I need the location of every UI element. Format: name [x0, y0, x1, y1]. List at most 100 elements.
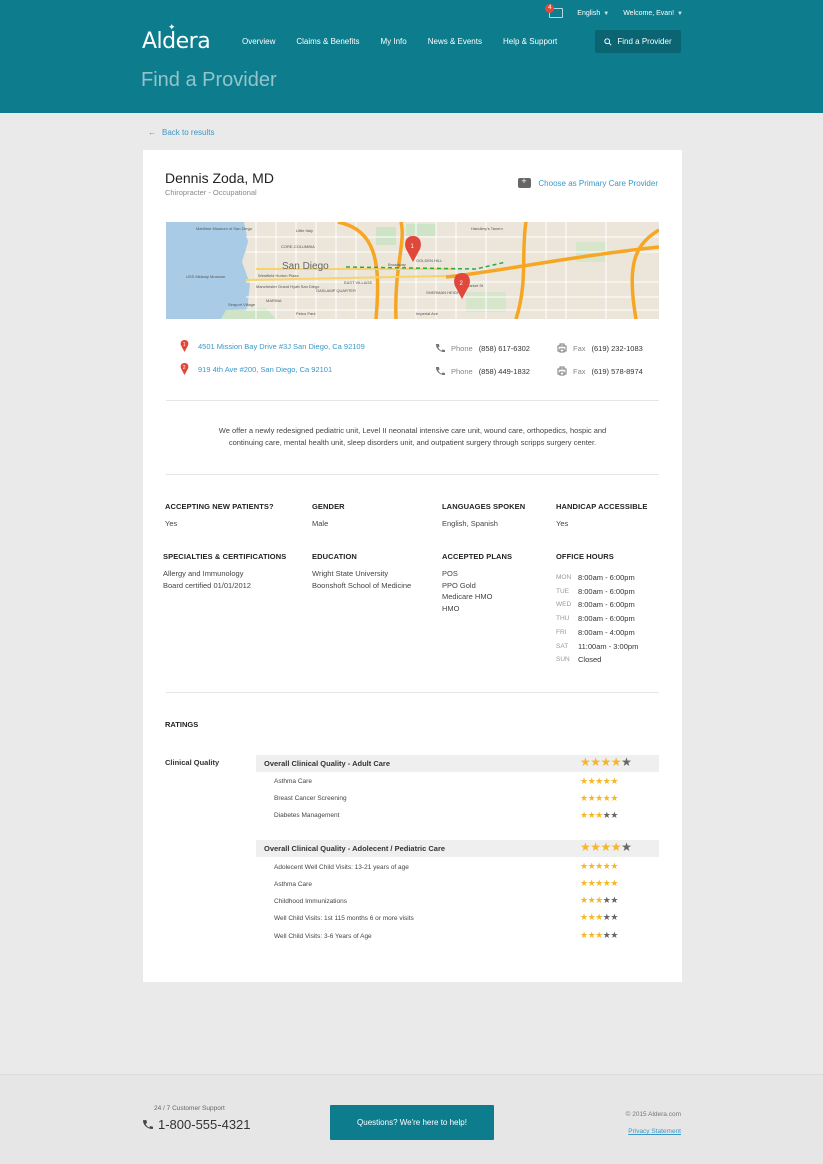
back-to-results-link[interactable]: ← Back to results	[148, 128, 214, 137]
star-rating: ★★★★★	[580, 930, 618, 941]
hours-row: TUE 8:00am - 6:00pm	[556, 585, 638, 599]
specialty-item: Allergy and Immunology	[163, 569, 244, 578]
language-label: English	[577, 9, 601, 17]
star-rating: ★★★★★	[580, 861, 618, 872]
star-filled-icon: ★	[580, 793, 588, 803]
nav-overview[interactable]: Overview	[242, 37, 275, 46]
location-address-link[interactable]: 919 4th Ave #200, San Diego, Ca 92101	[198, 365, 332, 374]
help-button[interactable]: Questions? We're here to help!	[330, 1105, 494, 1140]
star-rating: ★★★★★	[580, 895, 618, 906]
pcp-link-label: Choose as Primary Care Provider	[538, 178, 658, 188]
phone-2[interactable]: Phone (858) 449-1832	[435, 366, 530, 376]
nav-my-info[interactable]: My Info	[380, 37, 406, 46]
star-filled-icon: ★	[610, 861, 618, 871]
rating-item-label: Well Child Visits: 1st 115 months 6 or m…	[274, 915, 414, 922]
welcome-label: Welcome, Evan!	[623, 9, 675, 17]
map-label-little-italy: Little Italy	[296, 228, 313, 233]
rating-item-label: Well Child Visits: 3-6 Years of Age	[274, 933, 372, 940]
map-label-core-columbia: CORE-COLUMBIA	[281, 244, 315, 249]
fax-label: Fax	[573, 343, 586, 353]
star-filled-icon: ★	[580, 755, 591, 769]
plans-heading: ACCEPTED PLANS	[442, 552, 513, 561]
hours-day: SUN	[556, 656, 570, 664]
main-nav: Overview Claims & Benefits My Info News …	[242, 37, 578, 46]
plan-item: Medicare HMO	[442, 592, 493, 601]
hours-time: 8:00am - 4:00pm	[578, 627, 635, 637]
star-filled-icon: ★	[610, 755, 622, 769]
chevron-down-icon: ▼	[677, 10, 683, 17]
provider-description: We offer a newly redesigned pediatric un…	[166, 425, 659, 449]
plans-value: POS PPO Gold Medicare HMO HMO	[442, 568, 492, 614]
map-label-east-village: EAST VILLAGE	[344, 280, 372, 285]
star-empty-icon: ★	[610, 912, 618, 922]
hours-day: SAT	[556, 642, 569, 650]
logo[interactable]: Aldera ✦	[142, 23, 211, 54]
hours-row: SAT 11:00am - 3:00pm	[556, 640, 638, 654]
hours-row: WED 8:00am - 6:00pm	[556, 598, 638, 612]
map-pin-icon: 1	[180, 340, 189, 352]
star-filled-icon: ★	[580, 878, 588, 888]
hours-row: MON 8:00am - 6:00pm	[556, 571, 638, 585]
star-rating: ★★★★★	[580, 793, 618, 804]
support-label: 24 / 7 Customer Support	[154, 1105, 225, 1112]
topbar: 4 English ▼ Welcome, Evan! ▼	[545, 4, 683, 18]
phone-number: (858) 449-1832	[478, 366, 530, 376]
fax-label: Fax	[573, 366, 586, 376]
education-item: Boonshoft School of Medicine	[312, 580, 412, 590]
star-rating: ★★★★★	[580, 755, 632, 769]
map-label-midway: USS Midway Museum	[186, 274, 226, 279]
gender-value: Male	[312, 519, 329, 528]
gender-heading: GENDER	[312, 502, 345, 511]
description-line: continuing care, mental health unit, sle…	[228, 438, 597, 447]
choose-pcp-link[interactable]: Choose as Primary Care Provider	[518, 176, 658, 188]
star-rating: ★★★★★	[580, 810, 618, 821]
star-filled-icon: ★	[595, 810, 603, 820]
user-menu[interactable]: Welcome, Evan! ▼	[623, 10, 683, 17]
footer: 24 / 7 Customer Support 1-800-555-4321 Q…	[0, 1074, 823, 1164]
nav-help-support[interactable]: Help & Support	[503, 37, 557, 46]
location-map[interactable]: San Diego Maritime Museum of San Diego U…	[166, 222, 659, 319]
logo-spark-icon: ✦	[168, 23, 176, 33]
location-address-link[interactable]: 4501 Mission Bay Drive #3J San Diego, Ca…	[198, 342, 365, 351]
nav-news-events[interactable]: News & Events	[428, 37, 482, 46]
find-provider-button[interactable]: Find a Provider	[595, 30, 681, 53]
star-filled-icon: ★	[610, 793, 618, 803]
specialties-heading: SPECIALTIES & CERTIFICATIONS	[163, 552, 287, 561]
ratings-heading: RATINGS	[165, 720, 199, 729]
phone-1[interactable]: Phone (858) 617-6302	[435, 343, 530, 353]
languages-value: English, Spanish	[442, 519, 498, 528]
phone-label: Phone	[451, 366, 473, 376]
map-label-horton: Westfield Horton Plaza	[258, 273, 299, 278]
star-rating: ★★★★★	[580, 776, 618, 787]
hours-time: Closed	[578, 655, 602, 665]
handicap-heading: HANDICAP ACCESSIBLE	[556, 502, 648, 511]
map-label-hyatt: Manchester Grand Hyatt San Diego	[256, 284, 320, 289]
svg-text:1: 1	[183, 342, 186, 348]
notifications-icon[interactable]: 4	[545, 4, 564, 18]
find-provider-label: Find a Provider	[617, 37, 672, 46]
hours-time: 11:00am - 3:00pm	[578, 641, 639, 651]
map-pin-icon: 2	[180, 363, 189, 375]
divider	[166, 474, 659, 475]
star-empty-icon: ★	[621, 755, 632, 769]
rating-item-label: Diabetes Management	[274, 812, 340, 819]
star-filled-icon: ★	[580, 840, 591, 854]
map-label-golden-hill: GOLDEN HILL	[416, 258, 443, 263]
support-phone[interactable]: 1-800-555-4321	[142, 1117, 251, 1132]
star-filled-icon: ★	[610, 776, 618, 786]
rating-item-label: Asthma Care	[274, 881, 312, 888]
language-select[interactable]: English ▼	[577, 10, 609, 17]
fax-number: (619) 232-1083	[591, 343, 643, 353]
nav-claims-benefits[interactable]: Claims & Benefits	[296, 37, 359, 46]
header: Aldera ✦ 4 English ▼ Welcome, Evan! ▼ Overv…	[0, 0, 823, 113]
svg-text:2: 2	[183, 365, 186, 371]
star-filled-icon: ★	[580, 912, 588, 922]
hours-day: MON	[556, 574, 572, 581]
star-empty-icon: ★	[621, 840, 632, 854]
phone-number: (858) 617-6302	[478, 343, 530, 353]
star-rating: ★★★★★	[580, 840, 632, 854]
map-label-broadway: Broadway	[388, 262, 406, 267]
fax-icon	[557, 366, 567, 376]
privacy-statement-link[interactable]: Privacy Statement	[628, 1128, 681, 1135]
fax-1: Fax (619) 232-1083	[557, 343, 643, 353]
